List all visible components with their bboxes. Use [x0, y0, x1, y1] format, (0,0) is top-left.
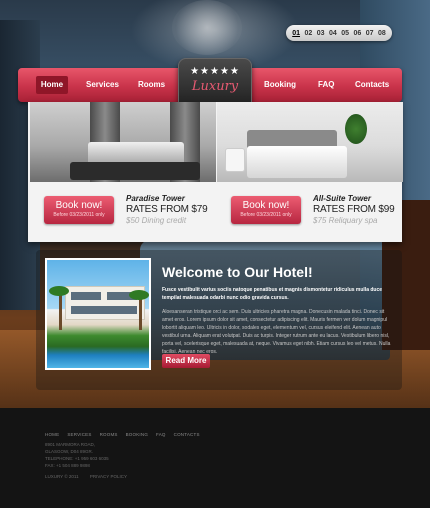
room-photo-paradise	[30, 102, 216, 182]
room-rate: RATES FROM $99	[313, 204, 395, 215]
nav-services[interactable]: Services	[86, 68, 119, 102]
book-now-sub: Before 03/23/2011 only	[240, 212, 292, 218]
nav-faq[interactable]: FAQ	[318, 68, 334, 102]
address-line: TELEPHONE: +1 959 603 6035	[45, 456, 109, 461]
book-now-button[interactable]: Book now! Before 03/23/2011 only	[231, 196, 301, 224]
window-image	[71, 292, 101, 300]
palm-leaves-image	[129, 290, 149, 300]
room-extra: $50 Dining credit	[126, 216, 187, 225]
welcome-lead: Fusce vestibulit varius sociis natoque p…	[162, 287, 383, 301]
room-photo-allsuite	[217, 102, 403, 182]
pager-item[interactable]: 08	[378, 30, 386, 37]
welcome-section: Welcome to Our Hotel! Fusce vestibulit v…	[36, 250, 402, 390]
footer-link-booking[interactable]: BOOKING	[126, 432, 148, 437]
book-now-button[interactable]: Book now! Before 03/23/2011 only	[44, 196, 114, 224]
room-name: Paradise Tower	[126, 194, 185, 203]
book-now-label: Book now!	[242, 200, 290, 211]
pager-item[interactable]: 04	[329, 30, 337, 37]
footer: HOME SERVICES ROOMS BOOKING FAQ CONTACTS…	[0, 408, 430, 508]
room-extra: $75 Reliquary spa	[313, 216, 378, 225]
nav-contacts[interactable]: Contacts	[355, 68, 389, 102]
rooms-panel: Book now! Before 03/23/2011 only Paradis…	[28, 102, 403, 242]
bed-base-image	[70, 162, 200, 180]
footer-link-home[interactable]: HOME	[45, 432, 59, 437]
footer-nav: HOME SERVICES ROOMS BOOKING FAQ CONTACTS	[45, 432, 200, 437]
address-line: GLASGOW, D04 89GR.	[45, 449, 94, 454]
plant-image	[345, 114, 367, 144]
nav-rooms[interactable]: Rooms	[138, 68, 165, 102]
welcome-title: Welcome to Our Hotel!	[162, 264, 313, 280]
room-rate: RATES FROM $79	[126, 204, 208, 215]
nightstand-image	[225, 148, 245, 172]
footer-link-rooms[interactable]: ROOMS	[100, 432, 118, 437]
footer-link-faq[interactable]: FAQ	[156, 432, 166, 437]
welcome-body: Aloesanseran tristique orci ac sem. Duis…	[162, 309, 391, 355]
room-offer-paradise: Book now! Before 03/23/2011 only Paradis…	[30, 188, 216, 238]
palm-leaves-image	[49, 286, 69, 296]
stars-icon: ★★★★★	[190, 66, 240, 77]
room-text: All-Suite Tower RATES FROM $99 $75 Reliq…	[313, 194, 403, 225]
bed-image	[247, 146, 347, 178]
footer-copyright: LUXURY © 2011 PRIVACY POLICY	[45, 474, 137, 479]
privacy-link[interactable]: PRIVACY POLICY	[90, 474, 127, 479]
pager-item[interactable]: 02	[304, 30, 312, 37]
footer-link-contacts[interactable]: CONTACTS	[174, 432, 200, 437]
palm-trunk-image	[59, 290, 62, 330]
footer-link-services[interactable]: SERVICES	[67, 432, 91, 437]
chandelier-image	[172, 0, 242, 55]
logo-name: Luxury	[191, 79, 239, 94]
room-text: Paradise Tower RATES FROM $79 $50 Dining…	[126, 194, 216, 225]
address-line: 8901 MARMORA ROAD,	[45, 442, 96, 447]
room-offer-allsuite: Book now! Before 03/23/2011 only All-Sui…	[217, 188, 403, 238]
pager-item[interactable]: 03	[317, 30, 325, 37]
book-now-sub: Before 03/23/2011 only	[53, 212, 105, 218]
slide-pager: 01 02 03 04 05 06 07 08	[286, 25, 392, 41]
pager-item[interactable]: 01	[292, 30, 300, 37]
address-line: FAX: +1 504 889 9898	[45, 463, 90, 468]
book-now-label: Book now!	[55, 200, 103, 211]
nav-booking[interactable]: Booking	[264, 68, 296, 102]
copyright-text: LUXURY © 2011	[45, 474, 79, 479]
read-more-button[interactable]: Read More	[162, 354, 210, 368]
pager-item[interactable]: 07	[366, 30, 374, 37]
pager-item[interactable]: 05	[341, 30, 349, 37]
hotel-photo	[45, 258, 151, 370]
nav-home[interactable]: Home	[36, 76, 68, 94]
room-name: All-Suite Tower	[313, 194, 371, 203]
window-image	[71, 306, 137, 314]
pager-item[interactable]: 06	[353, 30, 361, 37]
footer-address: 8901 MARMORA ROAD, GLASGOW, D04 89GR. TE…	[45, 441, 109, 469]
